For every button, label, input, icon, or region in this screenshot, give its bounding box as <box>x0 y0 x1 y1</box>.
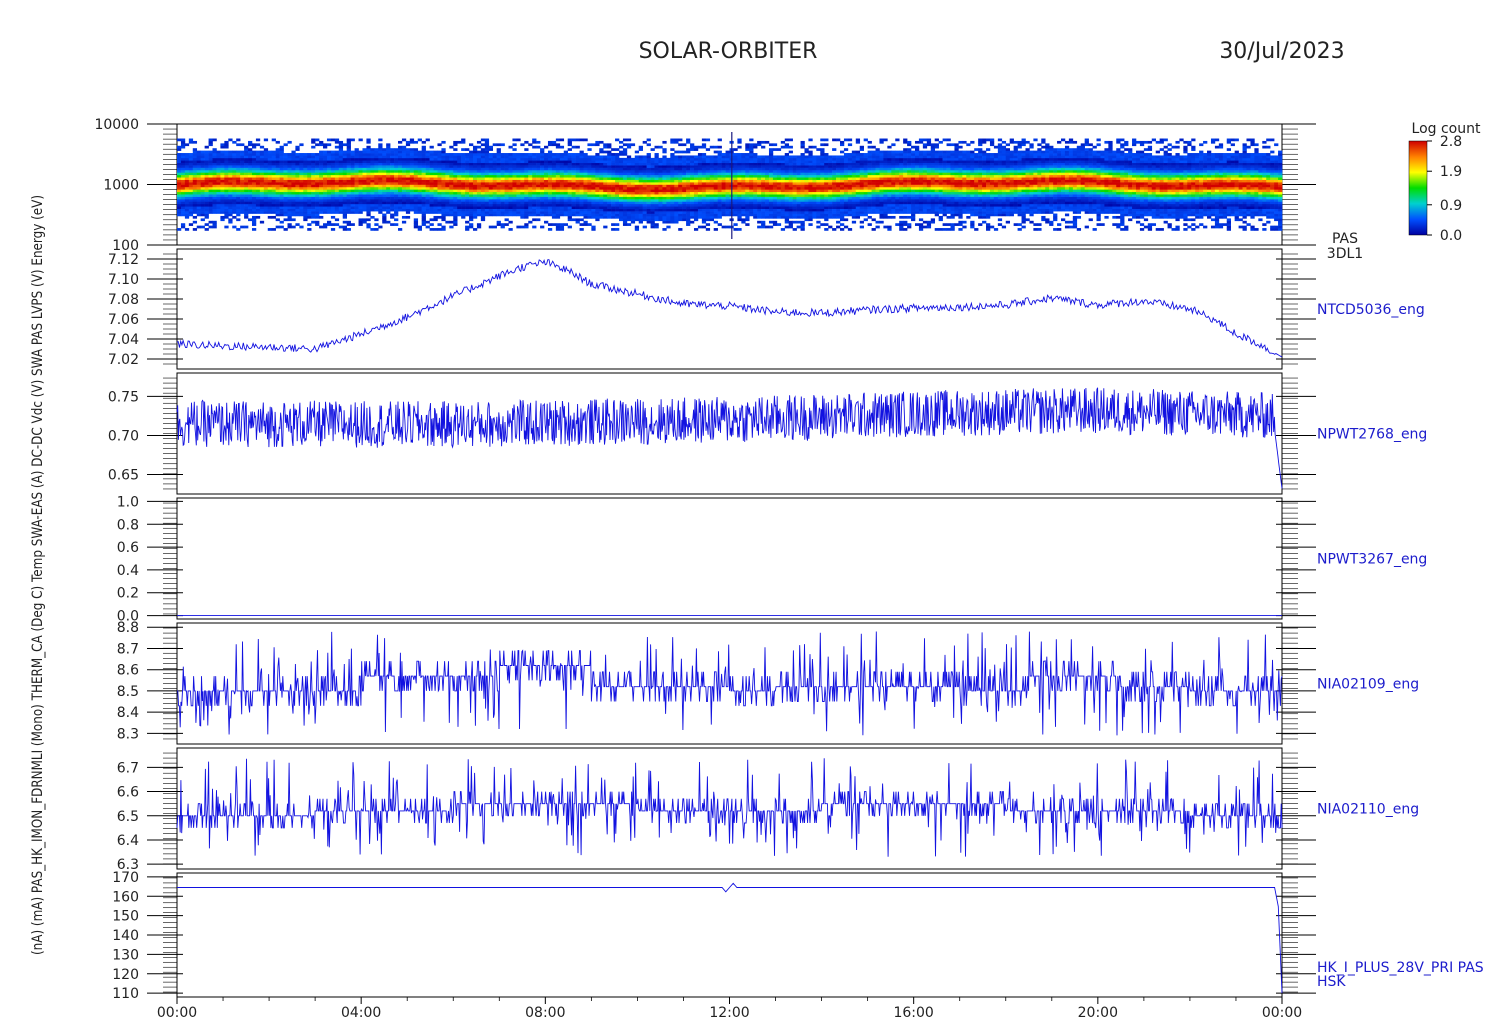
colorbar-gradient <box>1408 140 1428 236</box>
x-tick-label: 00:00 <box>1262 1005 1302 1020</box>
y-tick-label: 7.02 <box>108 352 139 368</box>
overlapping-y-axis-labels: (nA) (mA) PAS_HK_IMON_FDRNMLI (Mono) THE… <box>30 195 46 955</box>
panel-2: 7.12 7.10 7.08 7.06 7.04 7.02 NTCD5036_eng <box>108 248 1425 370</box>
x-tick-label: 16:00 <box>893 1005 933 1020</box>
colorbar-tick-label: 2.8 <box>1440 134 1462 150</box>
y-tick-label: 0.6 <box>117 540 139 556</box>
y-tick-label: 170 <box>112 870 139 886</box>
multi-panel-plot: SOLAR-ORBITER 30/Jul/2023 Log count 2.81… <box>30 39 1484 1020</box>
panel-4: 1.00.80.60.40.20.0NPWT3267_eng <box>117 494 1428 624</box>
y-tick-label: 130 <box>112 947 139 963</box>
panel-label: NPWT2768_eng <box>1317 427 1427 443</box>
panel-frame <box>176 497 1283 620</box>
y-tick-label: 1.0 <box>117 494 139 510</box>
y-tick-label: 8.8 <box>117 620 139 636</box>
colorbar: Log count 2.81.90.90.0 <box>1408 121 1481 244</box>
y-tick-label: 7.10 <box>108 272 139 288</box>
panel-5: 8.8 8.7 8.6 8.5 8.4 8.3 NIA02109_eng <box>117 620 1419 745</box>
y-tick-label: 8.6 <box>117 663 139 679</box>
y-tick-label: 120 <box>112 967 139 983</box>
mission-title: SOLAR-ORBITER <box>639 39 818 64</box>
panel-label: HSK <box>1317 974 1346 990</box>
series-line <box>177 882 1283 994</box>
colorbar-tick-label: 0.9 <box>1440 198 1462 214</box>
y-tick-label: 8.4 <box>117 705 139 721</box>
date-title: 30/Jul/2023 <box>1219 39 1344 64</box>
minor-ticks <box>163 877 1298 993</box>
minor-ticks <box>163 502 1298 615</box>
y-tick-label: 0.70 <box>108 428 139 444</box>
panel-6: 6.76.66.56.46.3NIA02110_eng <box>117 747 1419 873</box>
y-tick-label: 0.75 <box>108 389 139 405</box>
y-tick-label: 8.5 <box>117 684 139 700</box>
x-tick-label: 04:00 <box>341 1005 381 1020</box>
y-tick-label: 8.7 <box>117 641 139 657</box>
y-tick-label: 110 <box>112 986 139 1002</box>
minor-ticks <box>163 253 1298 365</box>
colorbar-tick-label: 0.0 <box>1440 228 1462 244</box>
y-tick-label: 0.65 <box>108 467 139 483</box>
spectrogram <box>177 132 1283 239</box>
x-tick-label: 12:00 <box>709 1005 749 1020</box>
panel-label: PAS <box>1332 231 1358 247</box>
series-line <box>176 758 1283 857</box>
series-line <box>176 387 1283 489</box>
x-tick-label: 20:00 <box>1078 1005 1118 1020</box>
x-tick-label: 08:00 <box>525 1005 565 1020</box>
panel-1: 100001000100 PAS3DL1 <box>94 117 1363 262</box>
y-tick-label: 6.7 <box>117 760 139 776</box>
x-tick-label: 00:00 <box>157 1005 197 1020</box>
panel-label: NIA02109_eng <box>1317 677 1419 693</box>
y-tick-label: 140 <box>112 928 139 944</box>
x-axis-ticks: 00:00 04:00 08:00 12:00 16:00 20:00 00:00 <box>157 997 1302 1020</box>
y-tick-label: 150 <box>112 909 139 925</box>
y-tick-label: 0.8 <box>117 517 139 533</box>
y-tick-label: 0.4 <box>117 563 139 579</box>
y-tick-label: 10000 <box>94 117 139 133</box>
panel-7: 170160150140130120110HK_I_PLUS_28V_PRI P… <box>112 870 1484 1002</box>
y-tick-label: 160 <box>112 889 139 905</box>
panel-3: 0.75 0.70 0.65 NPWT2768_eng <box>108 372 1427 495</box>
series-line <box>177 631 1283 736</box>
colorbar-tick-label: 1.9 <box>1440 164 1462 180</box>
panel-label: NIA02110_eng <box>1317 802 1419 818</box>
y-tick-label: 1000 <box>103 178 139 194</box>
panel-label: 3DL1 <box>1327 246 1363 262</box>
y-axis-label: (nA) (mA) PAS_HK_IMON_FDRNMLI (Mono) THE… <box>30 195 46 955</box>
y-tick-label: 6.4 <box>117 833 139 849</box>
y-tick-label: 7.06 <box>108 312 139 328</box>
series-line <box>176 259 1283 358</box>
y-tick-label: 0.2 <box>117 586 139 602</box>
panel-frame <box>176 248 1283 370</box>
y-tick-label: 6.6 <box>117 785 139 801</box>
panel-label: NPWT3267_eng <box>1317 552 1427 568</box>
y-tick-label: 7.12 <box>108 252 139 268</box>
y-tick-label: 8.3 <box>117 726 139 742</box>
y-tick-label: 7.04 <box>108 332 139 348</box>
y-tick-label: 6.5 <box>117 809 139 825</box>
panel-frame <box>176 872 1283 998</box>
panel-label: NTCD5036_eng <box>1317 302 1425 318</box>
y-tick-label: 7.08 <box>108 292 139 308</box>
